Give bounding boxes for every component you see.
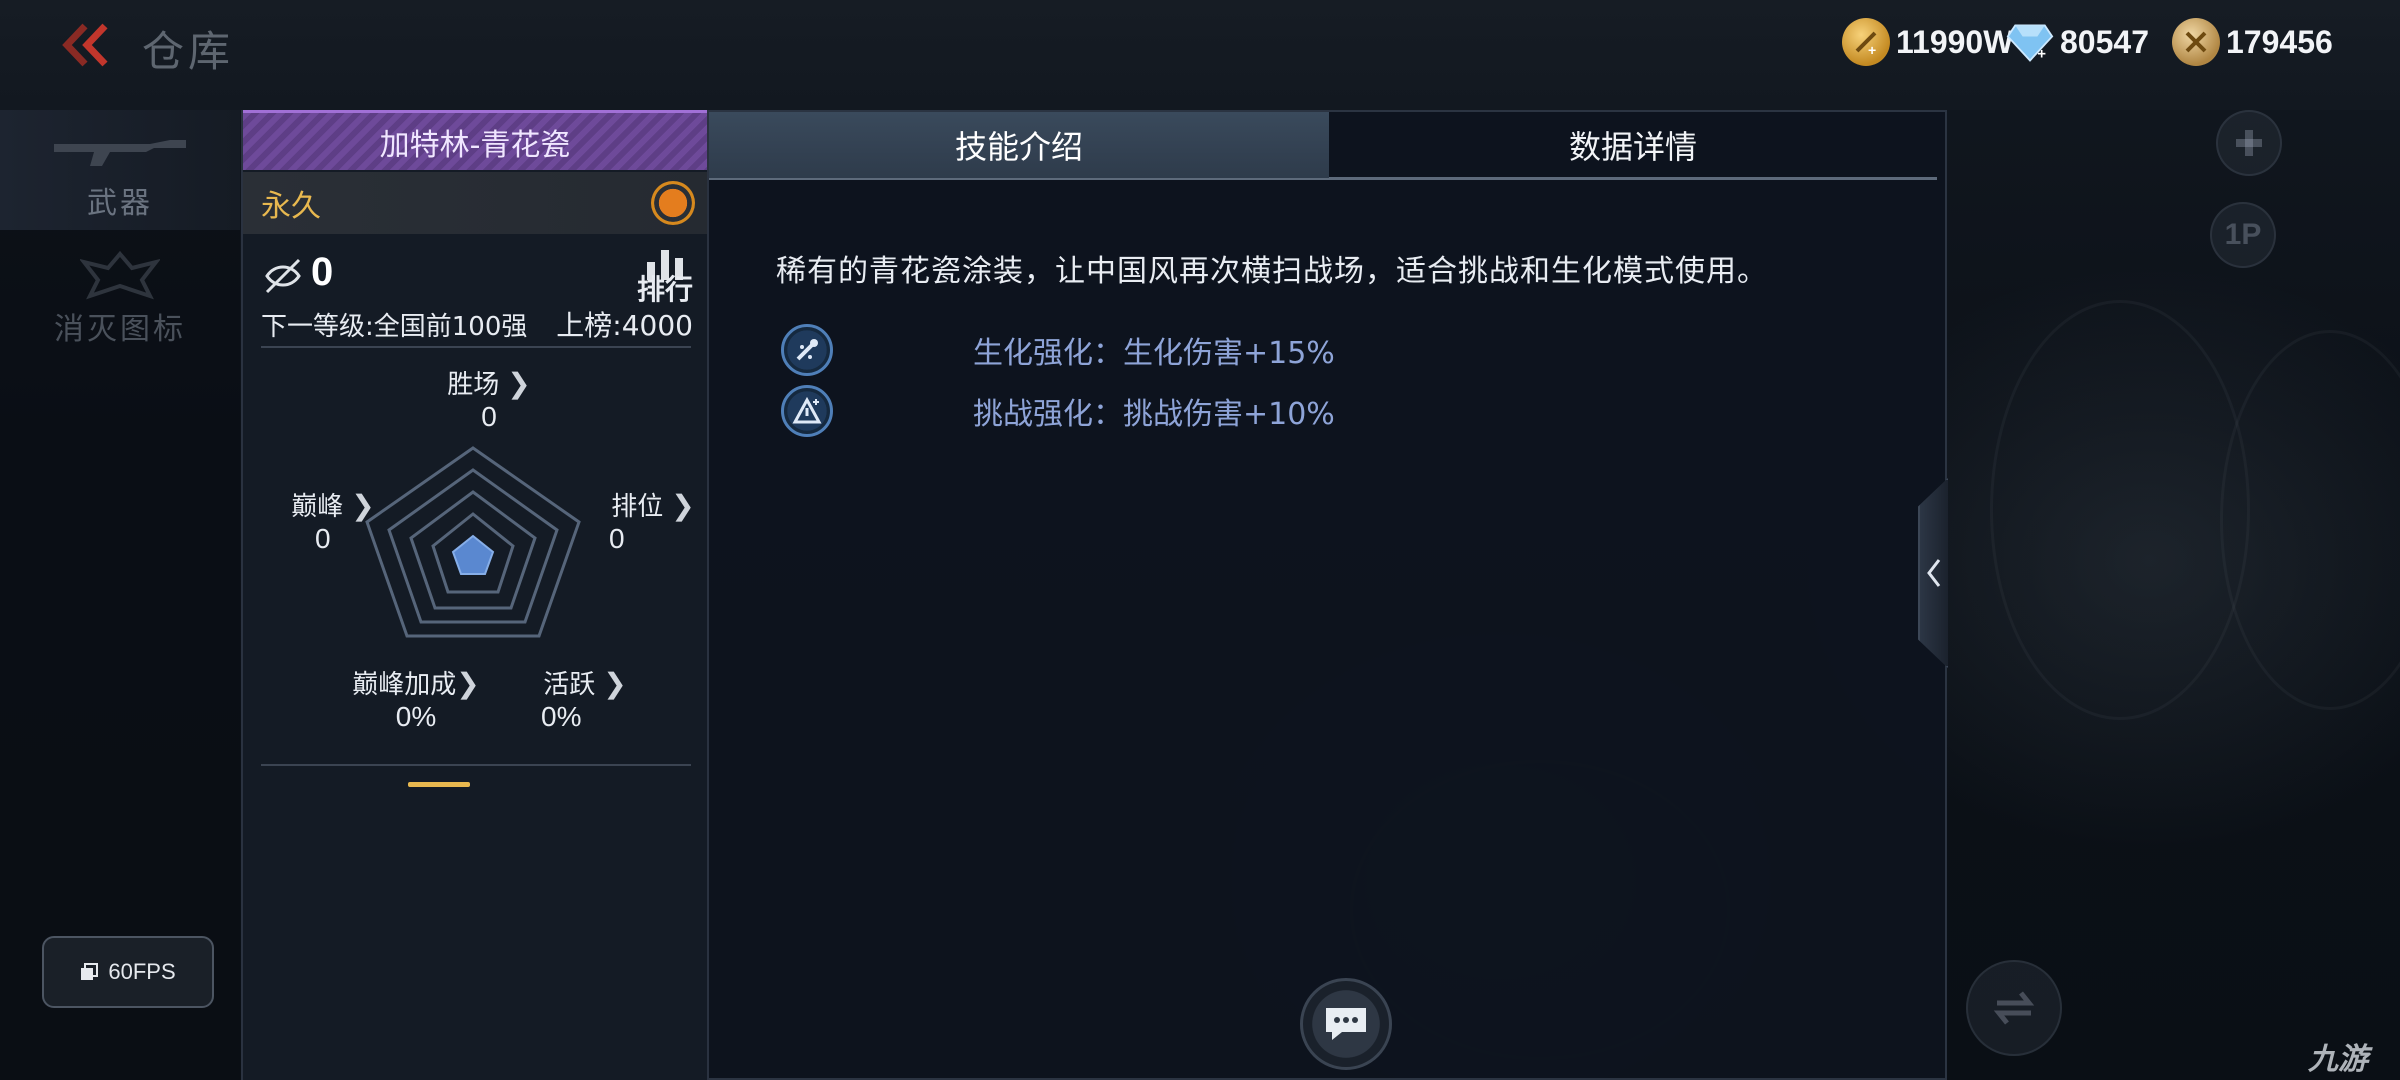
tab-skill-intro-label: 技能介绍 [954,128,1083,166]
svg-text:+: + [1868,42,1876,57]
nav-item-weapons[interactable]: 武器 [0,110,240,230]
rank-row: 0 排行 [261,248,701,308]
stat-ranked-label: 排位 [611,492,664,522]
tab-bar: 技能介绍 数据详情 [709,112,1937,180]
page-indicator [408,782,470,787]
weapon-card: 加特林-青花瓷 永久 0 排行 下一等级:全国前100强 上榜:4000 胜场 ❯ [241,110,709,1080]
back-button[interactable] [52,20,122,70]
no-rank-icon [265,258,301,294]
weapon-name-banner: 加特林-青花瓷 [243,110,707,170]
rank-count: 0 [311,250,334,294]
challenge-boost-icon [781,385,833,437]
stat-peak[interactable]: 巅峰 ❯ 0 [273,486,393,555]
currency-gold[interactable]: + 11990W [1842,14,2013,70]
tab-data-details-label: 数据详情 [1568,128,1697,166]
player-1-button[interactable]: 1P [2210,202,2276,268]
double-chevron-left-icon [62,23,108,67]
swap-arrows-icon [1993,991,2035,1025]
stat-active[interactable]: 活跃 ❯ 0% [525,664,645,733]
chevron-left-icon [1927,559,1941,587]
player-1-label: 1P [2224,218,2262,251]
skill-row: 挑战强化：挑战伤害+10% [781,383,1481,439]
stat-peak-bonus-value: 0% [395,701,437,732]
watermark-text: 九游 [2308,1042,2368,1077]
chevron-right-icon[interactable]: ❯ [507,367,530,400]
duration-label: 永久 [261,189,321,224]
nav-label-emblems: 消灭图标 [54,312,186,347]
currency-diamond[interactable]: + 80547 [2006,14,2149,70]
nav-item-emblems[interactable]: 消灭图标 [0,236,240,356]
stat-peak-bonus-label: 巅峰加成 [352,670,457,700]
gamepad-button[interactable] [2216,110,2282,176]
stat-active-label: 活跃 [543,670,596,700]
chevron-right-icon[interactable]: ❯ [671,489,694,522]
tab-data-details[interactable]: 数据详情 [1329,112,1937,178]
gold-amount: 11990W [1896,23,2014,60]
next-level-text: 下一等级:全国前100强 [261,312,528,342]
chevron-right-icon[interactable]: ❯ [456,667,479,700]
watermark: 九游 [2308,1034,2368,1078]
skill-text: 生化强化：生化伤害+15% [973,336,1335,371]
bg-target-ring [2220,330,2400,710]
chat-bubble-icon [1326,1008,1366,1040]
tab-skill-intro[interactable]: 技能介绍 [709,112,1329,178]
leaderboard-button[interactable]: 排行 [635,248,695,308]
list-rank-text: 上榜:4000 [556,309,693,342]
duration-row: 永久 [243,172,707,234]
skill-row: 生化强化：生化伤害+15% [781,322,1481,378]
top-bar: 仓库 + 11990W + 80547 179456 [0,0,2400,110]
nav-label-weapons: 武器 [87,186,153,221]
chat-button[interactable] [1300,978,1392,1070]
leaderboard-label: 排行 [636,273,693,306]
stat-active-value: 0% [541,701,582,732]
fps-indicator[interactable]: 60FPS [42,936,214,1008]
medal-amount: 179456 [2226,23,2333,60]
currency-medal[interactable]: 179456 [2172,14,2333,70]
stat-wins[interactable]: 胜场 ❯ 0 [429,364,549,433]
stat-wins-value: 0 [481,401,497,432]
chevron-right-icon[interactable]: ❯ [351,489,374,522]
stat-ranked[interactable]: 排位 ❯ 0 [593,486,713,555]
stat-wins-label: 胜场 [447,370,500,400]
stat-ranked-value: 0 [609,523,625,554]
bg-target-ring [1990,300,2250,720]
divider [261,764,691,766]
biochem-boost-icon [781,324,833,376]
side-nav: 武器 消灭图标 [0,110,240,1080]
medal-coin-icon [2172,18,2220,66]
stat-peak-value: 0 [315,523,331,554]
collapse-panel-button[interactable] [1918,478,1948,668]
diamond-icon: + [2006,18,2054,66]
fps-label: 60FPS [108,959,176,984]
svg-text:+: + [2037,47,2046,63]
skin-description: 稀有的青花瓷涂装，让中国风再次横扫战场，适合挑战和生化模式使用。 [776,254,1768,289]
rifle-icon [54,140,186,166]
skill-text: 挑战强化：挑战伤害+10% [973,397,1335,432]
copy-icon [81,963,99,980]
weapon-name: 加特林-青花瓷 [379,127,571,163]
stat-peak-label: 巅峰 [291,492,344,522]
stat-peak-bonus[interactable]: 巅峰加成❯ 0% [341,664,491,733]
page-title: 仓库 [142,27,235,76]
gold-coin-icon: + [1842,18,1890,66]
chevron-right-icon[interactable]: ❯ [603,667,626,700]
gamepad-icon [2236,130,2262,156]
divider [261,346,691,348]
swap-button[interactable] [1966,960,2062,1056]
diamond-amount: 80547 [2060,23,2149,60]
emblem-icon [80,250,160,300]
detail-panel: 技能介绍 数据详情 稀有的青花瓷涂装，让中国风再次横扫战场，适合挑战和生化模式使… [709,110,1947,1080]
duration-badge-icon[interactable] [651,181,695,225]
